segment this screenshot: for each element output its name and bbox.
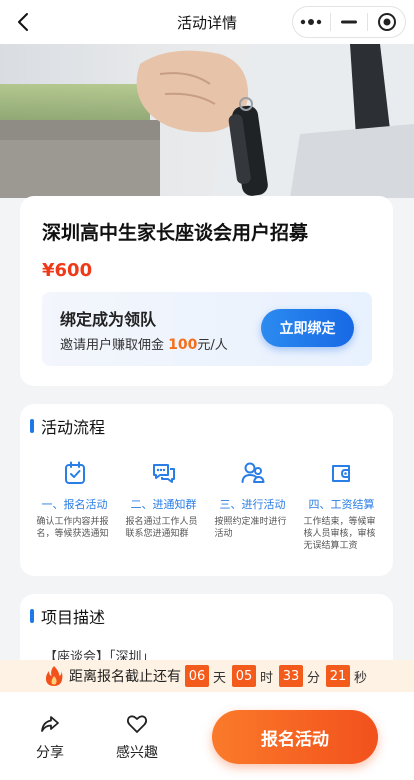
countdown-days: 06	[184, 665, 209, 687]
more-menu-button[interactable]	[293, 7, 330, 37]
checklist-icon	[64, 461, 85, 484]
flow-step: 一、报名活动 确认工作内容并报名，等候获选通知	[30, 460, 119, 552]
section-accent-bar	[30, 609, 34, 623]
flow-section-header: 活动流程	[30, 416, 106, 437]
bind-banner-subtitle: 邀请用户赚取佣金 100元/人	[60, 334, 228, 353]
bind-leader-banner: 绑定成为领队 邀请用户赚取佣金 100元/人 立即绑定	[42, 292, 372, 366]
share-arrow-icon	[41, 716, 59, 732]
flow-step: 四、工资结算 工作结束，等候审核人员审核，审核无误结算工资	[297, 460, 386, 552]
heart-icon	[126, 715, 148, 733]
bottom-action-bar: 分享 感兴趣 报名活动	[0, 692, 414, 780]
minimize-icon	[341, 20, 357, 24]
bind-banner-title: 绑定成为领队	[60, 310, 157, 329]
activity-flow-card: 活动流程 一、报名活动 确认工作内容并报名，等候获选通知 二、进通知群 报名通过…	[20, 404, 393, 576]
description-section-title: 项目描述	[41, 608, 106, 627]
step-description: 确认工作内容并报名，等候获选通知	[36, 517, 109, 539]
commission-amount: 100	[168, 337, 198, 353]
minutes-unit: 分	[307, 670, 321, 686]
target-close-icon	[377, 13, 396, 31]
share-label: 分享	[36, 745, 64, 761]
more-dots-icon	[301, 19, 322, 25]
chat-bubbles-icon	[152, 464, 175, 483]
step-title: 四、工资结算	[308, 498, 375, 511]
step-description: 工作结束，等候审核人员审核，审核无误结算工资	[303, 517, 376, 551]
signup-activity-button[interactable]: 报名活动	[212, 710, 378, 764]
commission-text: 邀请用户赚取佣金	[60, 338, 169, 353]
hours-unit: 时	[259, 670, 273, 686]
activity-title: 深圳高中生家长座谈会用户招募	[42, 222, 309, 244]
hand-holding-car-key-photo	[0, 44, 414, 198]
step-description: 报名通过工作人员联系您进通知群	[125, 517, 198, 539]
minimize-button[interactable]	[331, 7, 368, 37]
flame-icon	[45, 666, 63, 686]
description-section-header: 项目描述	[30, 606, 106, 627]
flow-step: 三、进行活动 按照约定准时进行活动	[208, 460, 297, 552]
mini-program-capsule	[292, 6, 406, 38]
countdown-minutes: 33	[279, 665, 303, 687]
step-description: 按照约定准时进行活动	[214, 517, 287, 539]
commission-unit: 元/人	[197, 338, 228, 353]
activity-info-card: 深圳高中生家长座谈会用户招募 ¥600 绑定成为领队 邀请用户赚取佣金 100元…	[20, 196, 393, 386]
flow-section-title: 活动流程	[41, 418, 106, 437]
days-unit: 天	[212, 670, 226, 686]
section-accent-bar	[30, 419, 34, 433]
flow-step: 二、进通知群 报名通过工作人员联系您进通知群	[119, 460, 208, 552]
bind-now-button[interactable]: 立即绑定	[261, 309, 354, 347]
interested-button[interactable]: 感兴趣	[116, 712, 158, 762]
nav-bar: 活动详情	[0, 0, 414, 44]
countdown-seconds: 21	[326, 665, 351, 687]
wallet-icon	[331, 465, 350, 482]
activity-price: ¥600	[42, 260, 93, 281]
countdown-hours: 05	[231, 665, 256, 687]
step-title: 一、报名活动	[41, 498, 108, 511]
share-button[interactable]: 分享	[36, 712, 64, 762]
interested-label: 感兴趣	[116, 745, 158, 761]
hero-image	[0, 44, 414, 198]
step-title: 二、进通知群	[130, 498, 197, 511]
countdown-label: 距离报名截止还有	[68, 669, 181, 685]
step-title: 三、进行活动	[219, 498, 286, 511]
flow-steps: 一、报名活动 确认工作内容并报名，等候获选通知 二、进通知群 报名通过工作人员联…	[30, 460, 386, 552]
registration-countdown: 距离报名截止还有 06 天 05 时 33 分 21 秒	[0, 660, 414, 692]
close-app-button[interactable]	[368, 7, 405, 37]
seconds-unit: 秒	[354, 670, 368, 686]
people-icon	[241, 462, 264, 483]
